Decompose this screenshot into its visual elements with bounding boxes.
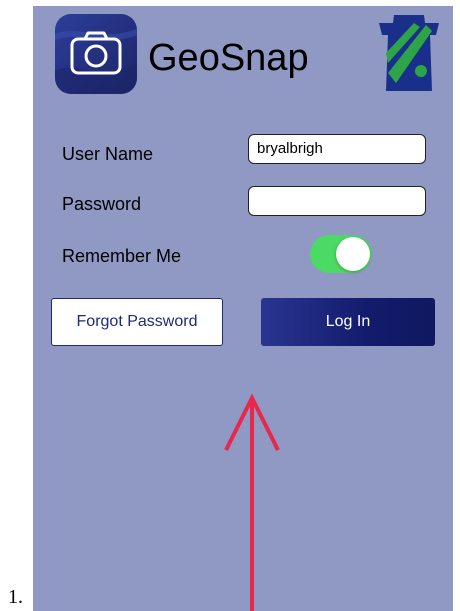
remember-me-toggle[interactable] bbox=[310, 235, 372, 273]
remember-me-label: Remember Me bbox=[62, 246, 182, 266]
password-label: Password bbox=[62, 194, 142, 214]
toggle-knob bbox=[336, 237, 370, 271]
keystone-logo-icon bbox=[379, 15, 439, 91]
login-screen: GeoSnap User Name bryalbrigh Password Re… bbox=[33, 6, 453, 611]
password-field[interactable] bbox=[248, 186, 426, 216]
username-label: User Name bbox=[62, 144, 154, 164]
app-icon bbox=[55, 14, 137, 94]
log-in-button[interactable]: Log In bbox=[261, 298, 435, 346]
camera-icon bbox=[55, 28, 137, 94]
username-field[interactable]: bryalbrigh bbox=[248, 134, 426, 164]
app-name: GeoSnap bbox=[148, 37, 309, 79]
forgot-password-button[interactable]: Forgot Password bbox=[51, 298, 223, 346]
list-marker: 1. bbox=[8, 586, 23, 608]
